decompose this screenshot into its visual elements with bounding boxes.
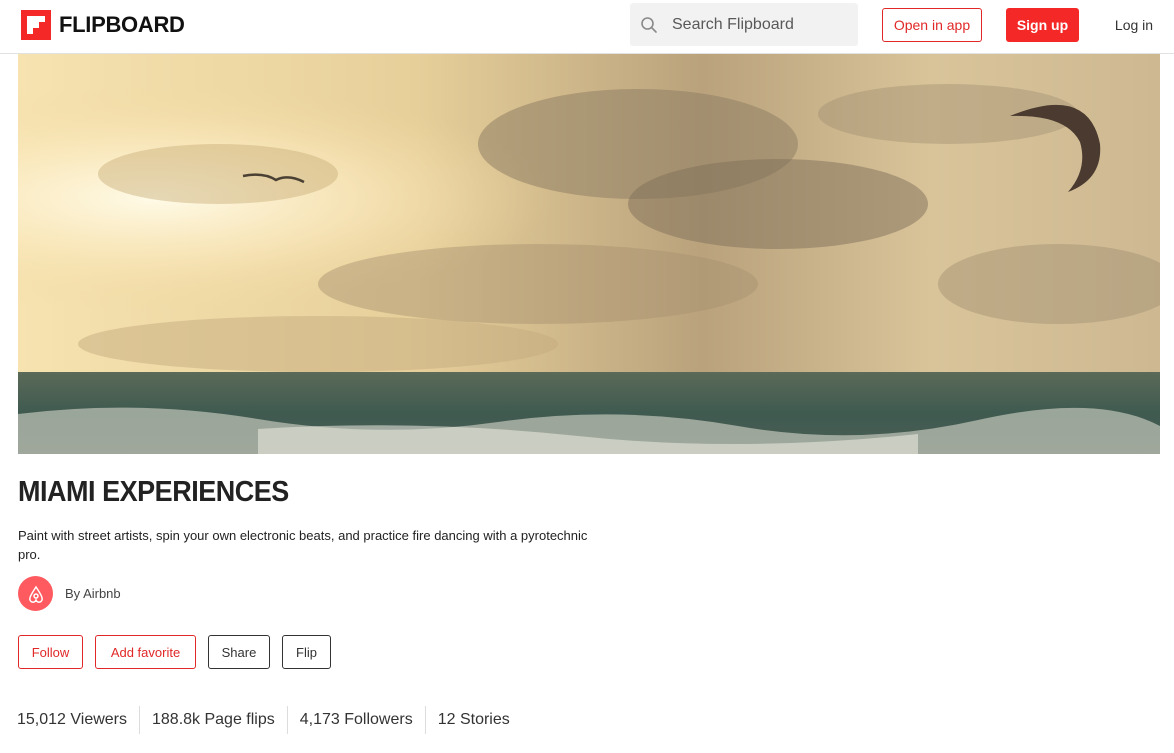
flip-button[interactable]: Flip [282, 635, 331, 669]
stat-page-flips: 188.8k Page flips [139, 706, 287, 734]
airbnb-logo-icon [28, 585, 43, 603]
flipboard-logo[interactable]: FLIPBOARD [21, 10, 185, 40]
search-input[interactable] [672, 15, 852, 34]
magazine-description: Paint with street artists, spin your own… [18, 528, 588, 562]
stat-followers: 4,173 Followers [286, 706, 425, 734]
hero-cover-image [18, 54, 1160, 454]
top-header: FLIPBOARD Open in app Sign up Log in [0, 0, 1174, 54]
stat-stories: 12 Stories [424, 706, 522, 734]
log-in-link[interactable]: Log in [1110, 8, 1158, 42]
flipboard-logo-icon [21, 10, 51, 40]
logo-text: FLIPBOARD [59, 12, 185, 37]
stat-viewers: 15,012 Viewers [17, 711, 127, 728]
open-in-app-button[interactable]: Open in app [882, 8, 982, 42]
avatar[interactable] [18, 576, 53, 611]
search-box[interactable] [630, 3, 858, 46]
magazine-stats: 15,012 Viewers 188.8k Page flips 4,173 F… [17, 706, 522, 734]
sign-up-button[interactable]: Sign up [1006, 8, 1079, 42]
author-name[interactable]: By Airbnb [65, 586, 121, 601]
magazine-title: MIAMI EXPERIENCES [18, 476, 289, 508]
search-icon [641, 16, 657, 33]
share-button[interactable]: Share [208, 635, 270, 669]
magazine-author[interactable]: By Airbnb [18, 576, 121, 611]
action-buttons: Follow Add favorite Share Flip [18, 635, 343, 669]
follow-button[interactable]: Follow [18, 635, 83, 669]
add-favorite-button[interactable]: Add favorite [95, 635, 196, 669]
